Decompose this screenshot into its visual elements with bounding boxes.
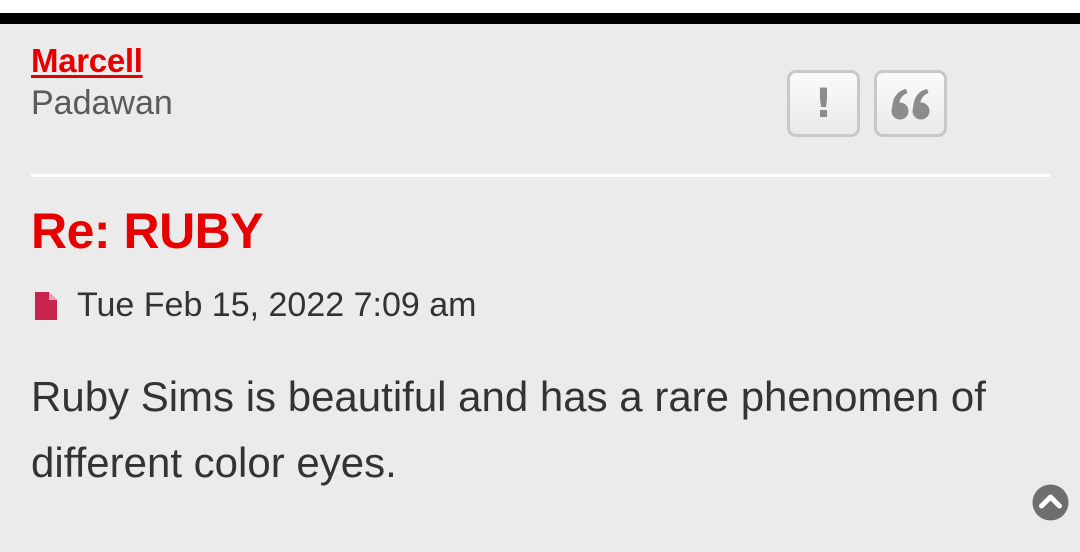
post-content: Ruby Sims is beautiful and has a rare ph…: [31, 373, 986, 486]
post-author-rank: Padawan: [31, 84, 173, 122]
file-icon[interactable]: [33, 290, 59, 322]
top-bar: [0, 13, 1080, 24]
post-meta: Tue Feb 15, 2022 7:09 am: [33, 286, 476, 325]
quote-button[interactable]: [874, 70, 947, 137]
post: Marcell Padawan ! Re: RUBY Tue Feb 15, 2…: [0, 24, 1080, 552]
post-title: Re: RUBY: [31, 203, 264, 259]
post-date: Tue Feb 15, 2022 7:09 am: [77, 286, 477, 324]
post-divider: [31, 174, 1050, 177]
post-author-link[interactable]: Marcell: [31, 42, 143, 80]
scroll-to-top-button[interactable]: [1032, 484, 1069, 521]
exclamation-icon: !: [814, 80, 833, 127]
report-button[interactable]: !: [787, 70, 860, 137]
chevron-up-circle-icon: [1032, 484, 1069, 521]
quote-icon: [891, 88, 929, 119]
